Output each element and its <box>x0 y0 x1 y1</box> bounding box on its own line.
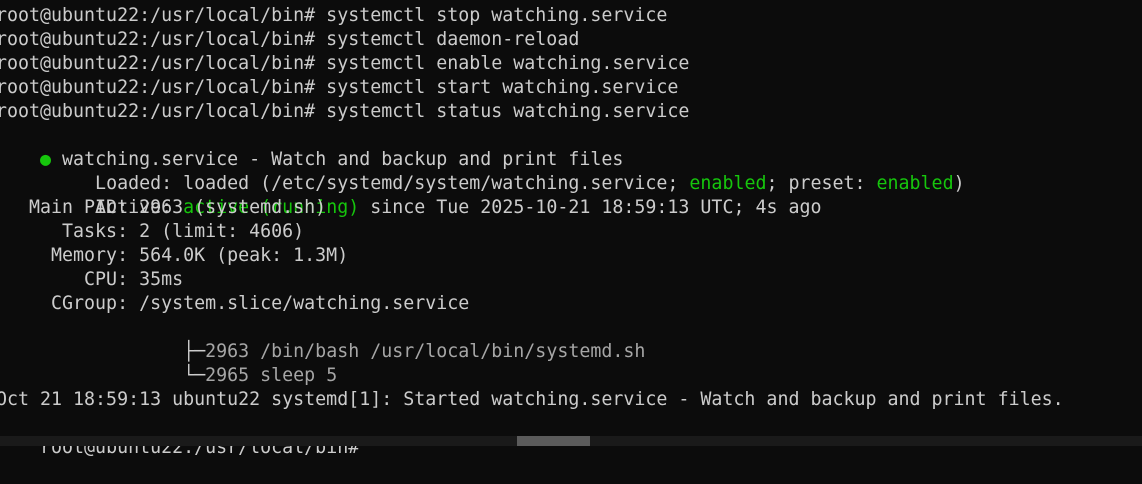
preset-status: enabled <box>876 173 954 194</box>
command-line: root@ubuntu22:/usr/local/bin# systemctl … <box>0 53 690 74</box>
journal-log-line: Oct 21 18:59:13 ubuntu22 systemd[1]: Sta… <box>0 389 1064 410</box>
command-line: root@ubuntu22:/usr/local/bin# systemctl … <box>0 29 580 50</box>
loaded-suffix: ) <box>953 173 965 194</box>
memory-line: Memory: 564.0K (peak: 1.3M) <box>0 245 349 266</box>
scrollbar-thumb[interactable] <box>517 436 590 446</box>
loaded-line: Loaded: loaded (/etc/systemd/system/watc… <box>0 148 965 194</box>
tasks-line: Tasks: 2 (limit: 4606) <box>0 221 305 242</box>
active-since: since Tue 2025-10-21 18:59:13 UTC; 4s ag… <box>359 197 822 218</box>
service-header: ● watching.service - Watch and backup an… <box>0 124 623 170</box>
cgroup-tree-item: └─2965 sleep 5 <box>0 340 337 386</box>
command-line: root@ubuntu22:/usr/local/bin# systemctl … <box>0 77 679 98</box>
cpu-line: CPU: 35ms <box>0 269 184 290</box>
tree-end-icon: └─ <box>40 365 206 386</box>
active-line: Active: active (running) since Tue 2025-… <box>0 172 821 218</box>
terminal-window[interactable]: root@ubuntu22:/usr/local/bin# systemctl … <box>0 2 1142 458</box>
command-line: root@ubuntu22:/usr/local/bin# systemctl … <box>0 5 668 26</box>
horizontal-scrollbar[interactable] <box>0 436 1142 446</box>
cgroup-tree-item: ├─2963 /bin/bash /usr/local/bin/systemd.… <box>0 316 645 362</box>
shell-prompt[interactable]: root@ubuntu22:/usr/local/bin# <box>0 412 370 458</box>
main-pid-line: Main PID: 2963 (systemd.sh) <box>0 197 327 218</box>
command-line: root@ubuntu22:/usr/local/bin# systemctl … <box>0 101 690 122</box>
process-entry: 2965 sleep 5 <box>205 365 338 386</box>
cgroup-line: CGroup: /system.slice/watching.service <box>0 293 470 314</box>
